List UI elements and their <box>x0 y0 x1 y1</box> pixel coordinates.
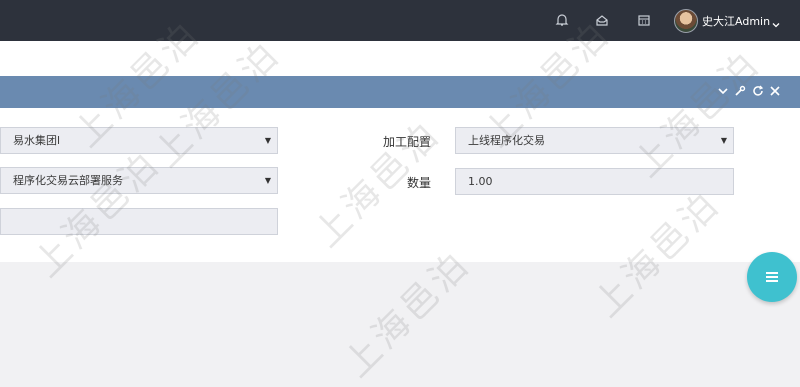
select-caret-icon: ▼ <box>264 176 271 185</box>
floating-menu-button[interactable] <box>747 252 797 302</box>
chevron-down-icon[interactable] <box>772 14 780 33</box>
collapse-icon[interactable] <box>716 84 730 98</box>
quantity-value: 1.00 <box>468 175 493 188</box>
processing-config-label: 加工配置 <box>383 135 432 149</box>
processing-config-value: 上线程序化交易 <box>468 134 545 147</box>
page-header-area <box>0 41 800 76</box>
avatar[interactable] <box>674 9 698 33</box>
menu-icon <box>766 272 778 282</box>
company-select[interactable]: 易水集团l ▼ <box>0 127 278 154</box>
top-navbar: 史大江Admin <box>0 0 800 41</box>
select-caret-icon: ▼ <box>264 136 271 145</box>
refresh-icon[interactable] <box>751 84 765 98</box>
processing-config-select[interactable]: 上线程序化交易 ▼ <box>455 127 734 154</box>
quantity-input[interactable]: 1.00 <box>455 168 734 195</box>
inbox-icon[interactable] <box>592 10 612 30</box>
select-caret-icon: ▼ <box>720 136 727 145</box>
wrench-icon[interactable] <box>733 84 747 98</box>
service-select[interactable]: 程序化交易云部署服务 ▼ <box>0 167 278 194</box>
bell-icon[interactable] <box>552 10 572 30</box>
user-name[interactable]: 史大江Admin <box>702 13 770 29</box>
close-icon[interactable] <box>768 84 782 98</box>
quantity-label: 数量 <box>407 176 432 190</box>
company-select-value: 易水集团l <box>13 134 61 147</box>
service-select-value: 程序化交易云部署服务 <box>13 174 123 187</box>
text-input[interactable] <box>0 208 278 235</box>
calendar-icon[interactable] <box>634 10 654 30</box>
panel-header <box>0 76 800 108</box>
